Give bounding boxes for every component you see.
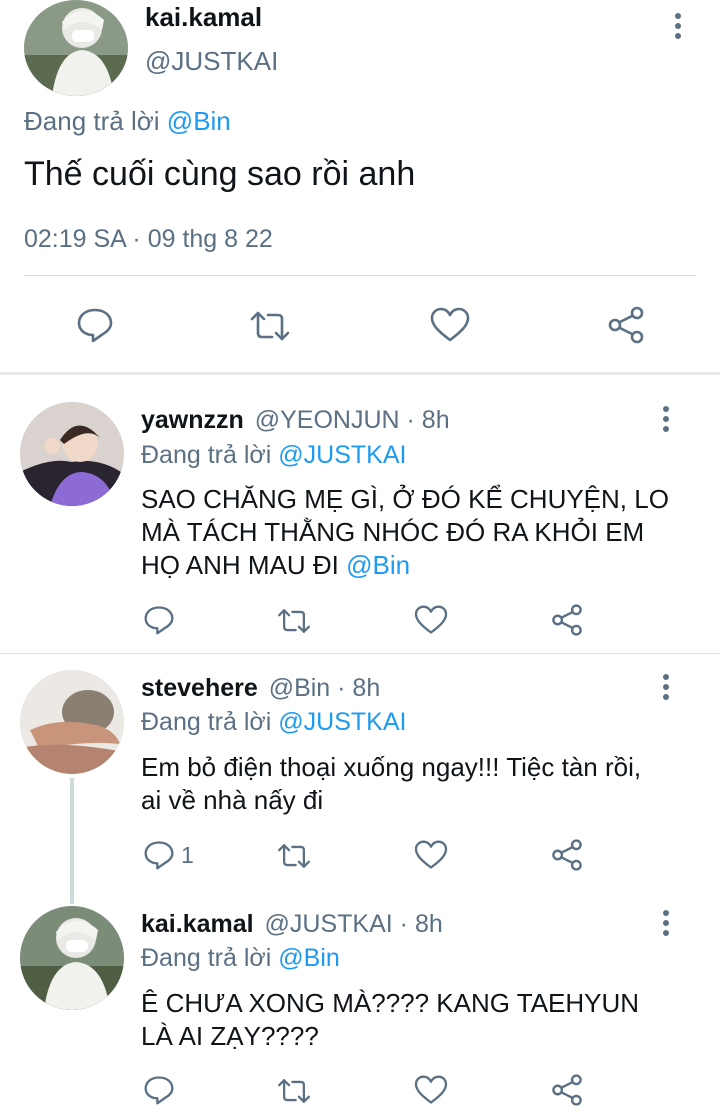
divider <box>24 275 696 276</box>
handle-time[interactable]: @YEONJUN · 8h <box>255 406 450 434</box>
display-name[interactable]: kai.kamal <box>145 2 262 32</box>
replying-to-link[interactable]: @Bin <box>167 106 231 136</box>
replying-to-link[interactable]: @Bin <box>278 944 340 972</box>
handle-time[interactable]: @JUSTKAI · 8h <box>265 910 443 938</box>
heart-icon[interactable] <box>414 840 448 870</box>
replying-to: Đang trả lời @JUSTKAI <box>141 440 406 470</box>
handle-time[interactable]: @Bin · 8h <box>269 674 381 702</box>
mention-link[interactable]: @Bin <box>346 550 410 580</box>
divider <box>0 653 720 654</box>
reply-icon[interactable] <box>143 840 175 870</box>
reply-icon[interactable] <box>143 1075 175 1105</box>
tweet-text: Em bỏ điện thoại xuống ngay!!! Tiệc tàn … <box>141 752 642 815</box>
replying-to-link[interactable]: @JUSTKAI <box>278 708 406 736</box>
reply-header: stevehere @Bin · 8h <box>141 673 380 703</box>
avatar[interactable] <box>20 402 124 506</box>
avatar-image <box>24 0 128 96</box>
tweet-text: Thế cuối cùng sao rồi anh <box>24 155 416 193</box>
replying-to: Đang trả lời @JUSTKAI <box>141 707 406 737</box>
share-icon[interactable] <box>606 305 646 345</box>
avatar[interactable] <box>24 0 128 96</box>
heart-icon[interactable] <box>430 307 470 343</box>
share-icon[interactable] <box>550 838 584 872</box>
avatar-image <box>20 906 124 1010</box>
reply-count: 1 <box>181 842 194 868</box>
reply-icon[interactable] <box>76 307 114 343</box>
more-options-icon[interactable] <box>659 406 673 436</box>
tweet-text: Ê CHƯA XONG MÀ???? KANG TAEHYUN LÀ AI ZẠ… <box>141 988 640 1051</box>
avatar-image <box>20 670 124 774</box>
replying-prefix: Đang trả lời <box>141 944 272 972</box>
timestamp[interactable]: 02:19 SA · 09 thg 8 22 <box>24 224 273 254</box>
more-options-icon[interactable] <box>671 13 685 43</box>
replying-to-link[interactable]: @JUSTKAI <box>278 441 406 469</box>
handle[interactable]: @JUSTKAI <box>145 46 278 76</box>
share-icon[interactable] <box>550 1073 584 1107</box>
more-options-icon[interactable] <box>659 910 673 940</box>
avatar[interactable] <box>20 670 124 774</box>
share-icon[interactable] <box>550 603 584 637</box>
tweet-text: SAO CHĂNG MẸ GÌ, Ở ĐÓ KỂ CHUYỆN, LO MÀ T… <box>141 483 681 582</box>
avatar[interactable] <box>20 906 124 1010</box>
replying-prefix: Đang trả lời <box>24 106 160 136</box>
display-name[interactable]: yawnzzn <box>141 406 244 434</box>
replying-to: Đang trả lời @Bin <box>141 943 340 973</box>
reply-header: kai.kamal @JUSTKAI · 8h <box>141 909 443 939</box>
retweet-icon[interactable] <box>275 842 313 870</box>
replying-prefix: Đang trả lời <box>141 708 272 736</box>
retweet-icon[interactable] <box>248 309 292 343</box>
reply-icon[interactable] <box>143 605 175 635</box>
divider <box>0 372 720 375</box>
replying-to: Đang trả lời @Bin <box>24 106 231 136</box>
display-name[interactable]: stevehere <box>141 674 258 702</box>
display-name[interactable]: kai.kamal <box>141 910 254 938</box>
heart-icon[interactable] <box>414 605 448 635</box>
more-options-icon[interactable] <box>659 674 673 704</box>
reply-header: yawnzzn @YEONJUN · 8h <box>141 405 450 435</box>
avatar-image <box>20 402 124 506</box>
retweet-icon[interactable] <box>275 1077 313 1105</box>
heart-icon[interactable] <box>414 1075 448 1105</box>
replying-prefix: Đang trả lời <box>141 441 272 469</box>
thread-line <box>70 778 74 904</box>
retweet-icon[interactable] <box>275 607 313 635</box>
